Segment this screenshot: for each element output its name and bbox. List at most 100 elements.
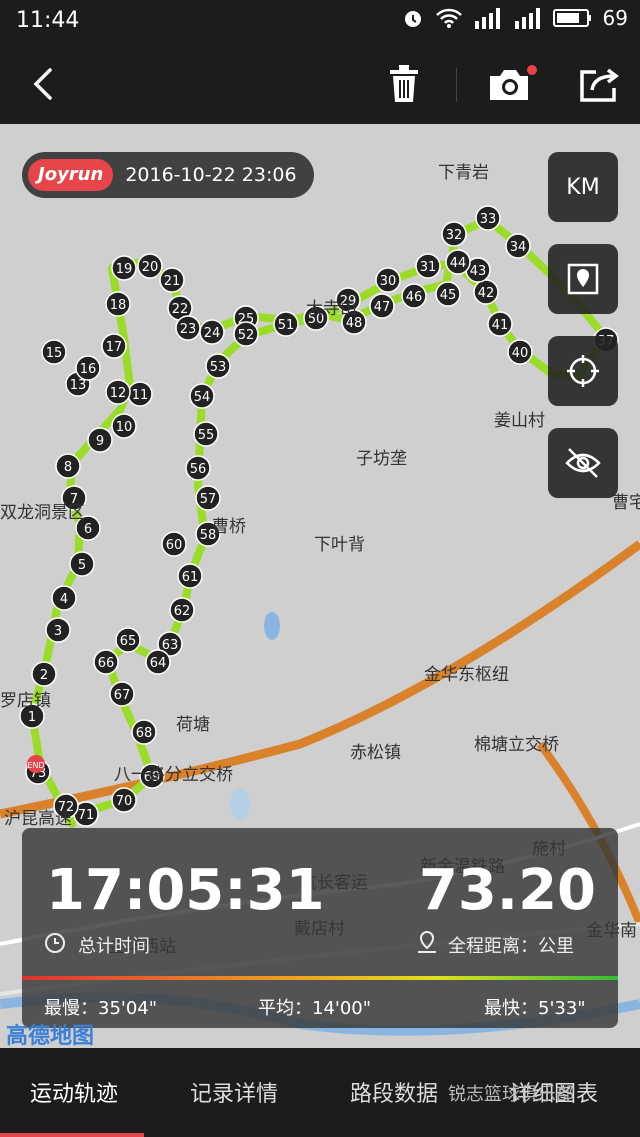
status-icons: 69 — [401, 6, 628, 30]
km-marker-label: 60 — [166, 538, 183, 553]
alarm-icon — [404, 11, 421, 27]
signal-4g-icon — [514, 8, 540, 29]
km-marker-label: 24 — [204, 326, 221, 341]
locate-button[interactable] — [548, 336, 618, 406]
map-place-label: 金华东枢纽 — [424, 665, 509, 685]
km-marker-label: 21 — [164, 274, 181, 289]
map-place-label: 沪昆高速 — [4, 809, 72, 829]
map-pin-icon — [567, 263, 599, 295]
km-marker-label: 55 — [198, 428, 215, 443]
location-icon — [418, 930, 436, 953]
km-marker-label: 71 — [78, 808, 95, 823]
km-marker-label: 40 — [512, 346, 529, 361]
km-marker-label: 44 — [450, 256, 467, 271]
km-marker-label: 20 — [142, 260, 159, 275]
fastest-pace: 最快：5'33" — [484, 994, 586, 1020]
km-marker-label: 15 — [46, 346, 63, 361]
km-marker-label: 16 — [80, 362, 97, 377]
km-marker-label: 1 — [28, 710, 36, 725]
tab-track[interactable]: 运动轨迹 — [30, 1076, 118, 1108]
km-marker-label: 70 — [116, 794, 133, 809]
km-marker-label: 13 — [70, 378, 87, 393]
map-place-label: 姜山村 — [494, 411, 545, 431]
km-marker-label: 66 — [98, 656, 115, 671]
eye-off-icon — [565, 448, 601, 478]
km-marker-label: 51 — [278, 318, 295, 333]
km-marker-label: 34 — [510, 240, 527, 255]
pond — [230, 788, 250, 820]
km-marker-label: 65 — [120, 634, 137, 649]
km-marker-label: 2 — [40, 668, 48, 683]
map-place-label: 八一路分立交桥 — [114, 765, 233, 785]
top-toolbar — [0, 46, 640, 124]
km-marker-label: 12 — [110, 386, 127, 401]
km-marker-label: 30 — [380, 274, 397, 289]
toolbar-divider — [456, 68, 457, 102]
km-marker-label: 68 — [136, 726, 153, 741]
km-marker-label: 62 — [174, 604, 191, 619]
map-place-label: 大寺山 — [306, 299, 357, 319]
km-marker-label: 61 — [182, 570, 199, 585]
trash-icon — [390, 65, 418, 102]
map-place-label: 赤松镇 — [350, 743, 401, 763]
km-marker-label: 10 — [116, 420, 133, 435]
km-marker-label: 31 — [420, 260, 437, 275]
fastest-pace-label: 最快： — [484, 998, 538, 1019]
map-place-label: 棉塘立交桥 — [474, 735, 559, 755]
map-place-label: 下叶背 — [314, 535, 365, 555]
pace-gradient-bar — [22, 976, 618, 980]
total-time-value: 17:05:31 — [46, 858, 325, 923]
tab-record-details[interactable]: 记录详情 — [190, 1076, 278, 1108]
km-marker-label: 45 — [440, 288, 457, 303]
share-button[interactable] — [576, 62, 622, 106]
joyrun-logo: Joyrun — [28, 159, 114, 191]
distance-label: 全程距离：公里 — [448, 936, 574, 957]
camera-button[interactable] — [486, 62, 538, 106]
slowest-pace-value: 35'04" — [98, 998, 158, 1019]
highway-road — [0, 540, 640, 819]
average-pace: 平均：14'00" — [258, 994, 371, 1020]
camera-icon — [490, 65, 537, 100]
back-button[interactable] — [24, 62, 68, 106]
active-tab-indicator — [0, 1133, 144, 1137]
delete-button[interactable] — [384, 62, 424, 106]
watermark: 锐志篮球俱乐部 — [448, 1084, 574, 1105]
tab-segment-data[interactable]: 路段数据 — [350, 1076, 438, 1108]
marker-toggle-button[interactable] — [548, 244, 618, 314]
wifi-icon — [435, 8, 462, 28]
status-bar: 11:44 69 — [0, 0, 640, 46]
km-marker-label: 63 — [162, 638, 179, 653]
km-marker-label: 8 — [64, 460, 72, 475]
map-provider-logo: 高德地图 — [6, 1024, 95, 1049]
average-pace-value: 14'00" — [312, 998, 372, 1019]
km-marker-label: 22 — [172, 302, 189, 317]
run-datetime: 2016-10-22 23:06 — [125, 164, 297, 186]
km-marker-label: 11 — [132, 388, 149, 403]
km-marker-label: 17 — [106, 340, 123, 355]
km-marker-label: 52 — [238, 328, 255, 343]
clock-icon — [45, 933, 65, 953]
km-marker-label: 42 — [478, 286, 495, 301]
km-marker-label: 6 — [84, 522, 92, 537]
total-time-label: 总计时间 — [78, 936, 150, 957]
km-marker-label: 23 — [180, 322, 197, 337]
km-marker-label: 43 — [470, 264, 487, 279]
unit-km-button[interactable]: KM — [548, 152, 618, 222]
km-marker-label: 18 — [110, 298, 127, 313]
km-marker-label: 19 — [116, 262, 133, 277]
map-place-label: 曹宅 — [612, 493, 640, 513]
pond — [264, 612, 280, 640]
km-marker-label: 33 — [480, 212, 497, 227]
unit-km-label: KM — [566, 174, 600, 200]
distance-value: 73.20 — [418, 858, 596, 923]
signal-icon — [474, 8, 500, 29]
km-marker-label: 5 — [78, 558, 86, 573]
back-arrow-icon — [33, 68, 52, 100]
crosshair-icon — [567, 355, 599, 387]
map-place-label: 罗店镇 — [0, 691, 51, 711]
stats-panel: 17:05:31 73.20 总计时间 全程距离：公里 最慢：35'04" 平均… — [22, 828, 618, 1028]
map-place-label: 双龙洞景区 — [0, 503, 85, 523]
km-marker-label: 56 — [190, 462, 207, 477]
hide-button[interactable] — [548, 428, 618, 498]
km-marker-label: 32 — [446, 228, 463, 243]
